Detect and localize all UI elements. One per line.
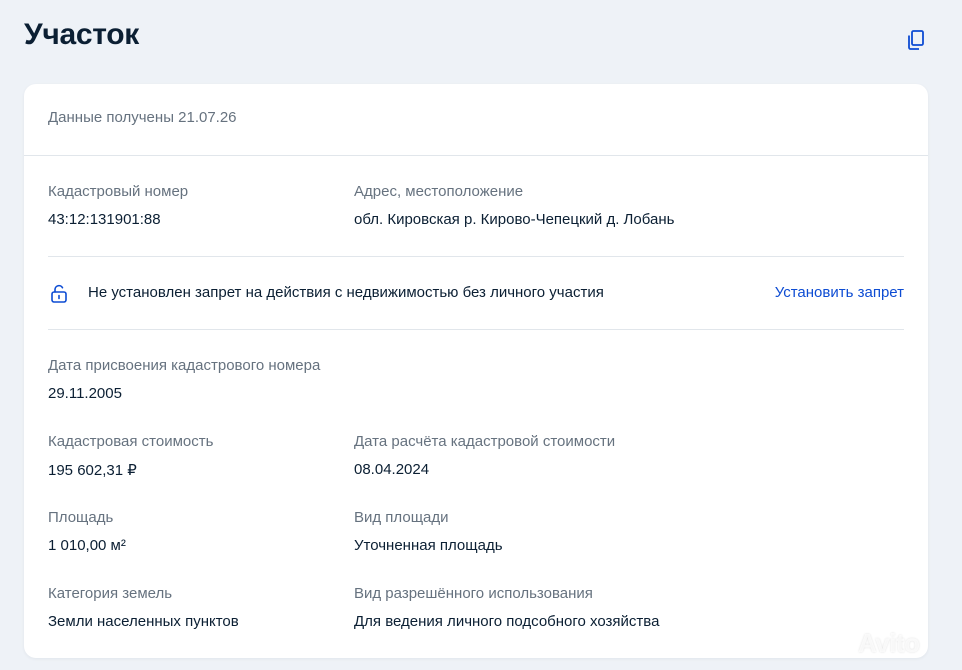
data-received-date: Данные получены 21.07.26 [48, 109, 237, 126]
cadastral-value-label: Кадастровая стоимость [48, 433, 214, 450]
ban-status-text: Не установлен запрет на действия с недви… [88, 284, 604, 301]
divider [48, 256, 904, 257]
area-label: Площадь [48, 509, 114, 526]
permitted-use-value: Для ведения личного подсобного хозяйства [354, 613, 660, 630]
address-value: обл. Кировская р. Кирово-Чепецкий д. Лоб… [354, 211, 675, 228]
assign-date-value: 29.11.2005 [48, 385, 122, 402]
parcel-card: Данные получены 21.07.26 Кадастровый ном… [24, 84, 928, 658]
assign-date-label: Дата присвоения кадастрового номера [48, 357, 321, 374]
divider [48, 329, 904, 330]
land-category-label: Категория земель [48, 585, 173, 602]
area-value: 1 010,00 м² [48, 537, 126, 554]
area-type-value: Уточненная площадь [354, 537, 503, 554]
page-title: Участок [24, 18, 139, 51]
address-label: Адрес, местоположение [354, 183, 524, 200]
calc-date-label: Дата расчёта кадастровой стоимости [354, 433, 616, 450]
avito-watermark: Avito [858, 628, 920, 658]
set-ban-link[interactable]: Установить запрет [775, 284, 904, 301]
calc-date-value: 08.04.2024 [354, 461, 430, 478]
copy-icon [908, 30, 924, 50]
permitted-use-label: Вид разрешённого использования [354, 585, 593, 602]
copy-button[interactable] [904, 28, 928, 52]
area-type-label: Вид площади [354, 509, 449, 526]
divider [24, 155, 928, 156]
cadastral-value-value: 195 602,31 ₽ [48, 462, 137, 479]
land-category-value: Земли населенных пунктов [48, 613, 239, 630]
lock-icon [48, 283, 70, 305]
cadastral-number-value: 43:12:131901:88 [48, 211, 161, 228]
cadastral-number-label: Кадастровый номер [48, 183, 189, 200]
